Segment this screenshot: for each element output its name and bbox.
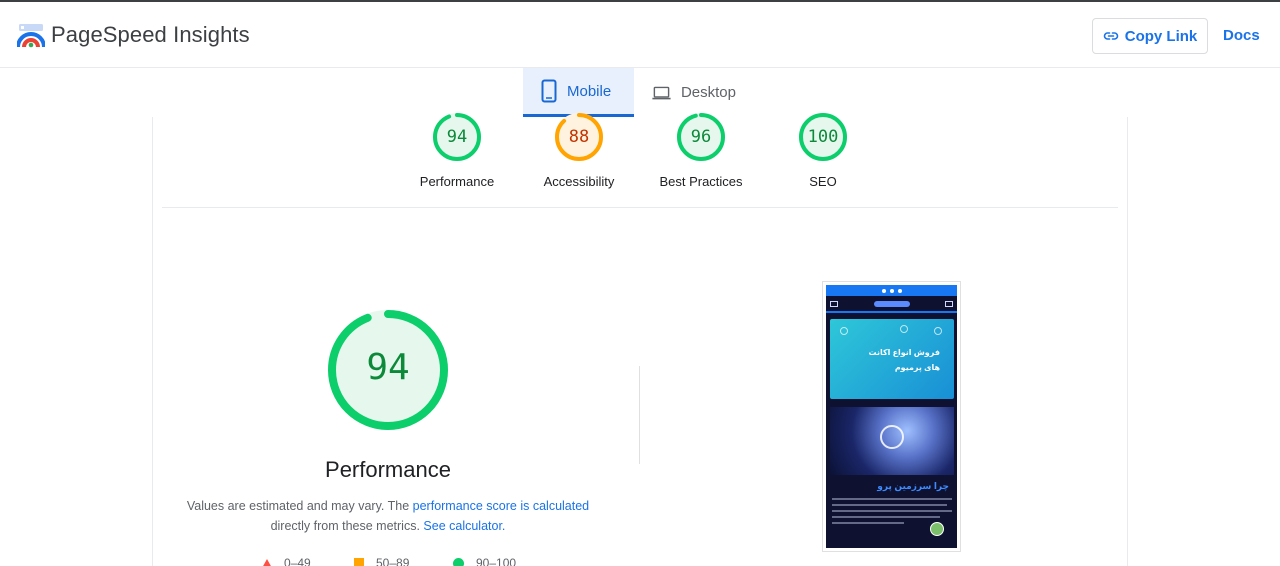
menu-icon	[945, 300, 953, 307]
desc-prefix: Values are estimated and may vary. The	[186, 499, 413, 513]
performance-score-value: 94	[366, 347, 410, 388]
link-icon	[1103, 32, 1118, 40]
mobile-phone-icon	[541, 79, 557, 103]
section-divider	[162, 207, 1118, 208]
device-tabs: Mobile Desktop	[523, 68, 754, 117]
gauge-label: Accessibility	[543, 174, 615, 189]
square-icon	[354, 558, 364, 566]
legend-item-average: 50–89	[354, 556, 409, 566]
circle-icon	[453, 557, 464, 566]
gauge-ring: 100	[798, 112, 848, 162]
screenshot-banner: فروش انواع اکانت های پرمیوم	[830, 319, 954, 399]
copy-link-label: Copy Link	[1124, 27, 1198, 45]
gauge-label: Best Practices	[659, 174, 743, 189]
legend-item-pass: 90–100	[453, 556, 516, 566]
decor-circle	[934, 327, 942, 335]
gauge-ring: 96	[676, 112, 726, 162]
vertical-divider	[639, 366, 640, 464]
score-gauge-best-practices[interactable]: 96 Best Practices	[646, 112, 756, 189]
banner-line-2: های پرمیوم	[894, 363, 940, 372]
app-title: PageSpeed Insights	[51, 22, 250, 47]
gauge-value: 94	[446, 127, 468, 147]
banner-text: فروش انواع اکانت های پرمیوم	[852, 345, 940, 375]
screenshot-photo	[830, 407, 954, 475]
copy-link-button[interactable]: Copy Link	[1092, 18, 1208, 54]
gauge-value: 88	[568, 127, 590, 147]
tab-mobile-label: Mobile	[567, 82, 612, 100]
cart-icon	[830, 300, 838, 307]
tab-mobile[interactable]: Mobile	[523, 68, 634, 117]
top-bar: PageSpeed Insights Copy Link Docs	[0, 0, 1280, 68]
score-gauge-accessibility[interactable]: 88 Accessibility	[524, 112, 634, 189]
triangle-icon	[262, 558, 272, 566]
laptop-icon	[652, 86, 671, 99]
see-calculator-link[interactable]: See calculator.	[423, 519, 505, 533]
desc-mid: directly from these metrics.	[270, 519, 424, 533]
site-logo	[873, 300, 910, 307]
tab-desktop[interactable]: Desktop	[634, 68, 754, 117]
performance-score-link[interactable]: performance score is calculated	[413, 499, 589, 513]
screenshot-top-strip	[826, 285, 957, 296]
gauge-label: Performance	[419, 174, 495, 189]
chat-avatar	[930, 522, 944, 536]
legend-label: 90–100	[476, 556, 517, 566]
gauge-ring: 88	[554, 112, 604, 162]
docs-link[interactable]: Docs	[1223, 27, 1260, 44]
performance-title: Performance	[325, 457, 451, 482]
decor-circle	[900, 325, 908, 333]
screenshot-screen: فروش انواع اکانت های پرمیوم چرا سرزمین پ…	[826, 285, 957, 548]
decor-circle	[840, 327, 848, 335]
performance-description: Values are estimated and may vary. The p…	[178, 496, 598, 536]
screenshot-heading: چرا سرزمین پرو	[877, 481, 949, 491]
legend-label: 0–49	[284, 556, 311, 566]
page-screenshot[interactable]: فروش انواع اکانت های پرمیوم چرا سرزمین پ…	[822, 281, 961, 552]
screenshot-nav	[826, 296, 957, 313]
gauge-value: 96	[690, 127, 712, 147]
play-ring-icon	[880, 425, 904, 449]
score-gauge-seo[interactable]: 100 SEO	[768, 112, 878, 189]
gauge-ring: 94	[432, 112, 482, 162]
gauge-label: SEO	[809, 174, 837, 189]
tab-desktop-label: Desktop	[680, 84, 736, 101]
pagespeed-logo-icon	[17, 24, 45, 48]
gauge-value: 100	[807, 127, 839, 147]
legend-item-fail: 0–49	[262, 556, 311, 566]
banner-line-1: فروش انواع اکانت	[868, 348, 940, 357]
legend-label: 50–89	[376, 556, 410, 566]
score-gauge-performance[interactable]: 94 Performance	[402, 112, 512, 189]
